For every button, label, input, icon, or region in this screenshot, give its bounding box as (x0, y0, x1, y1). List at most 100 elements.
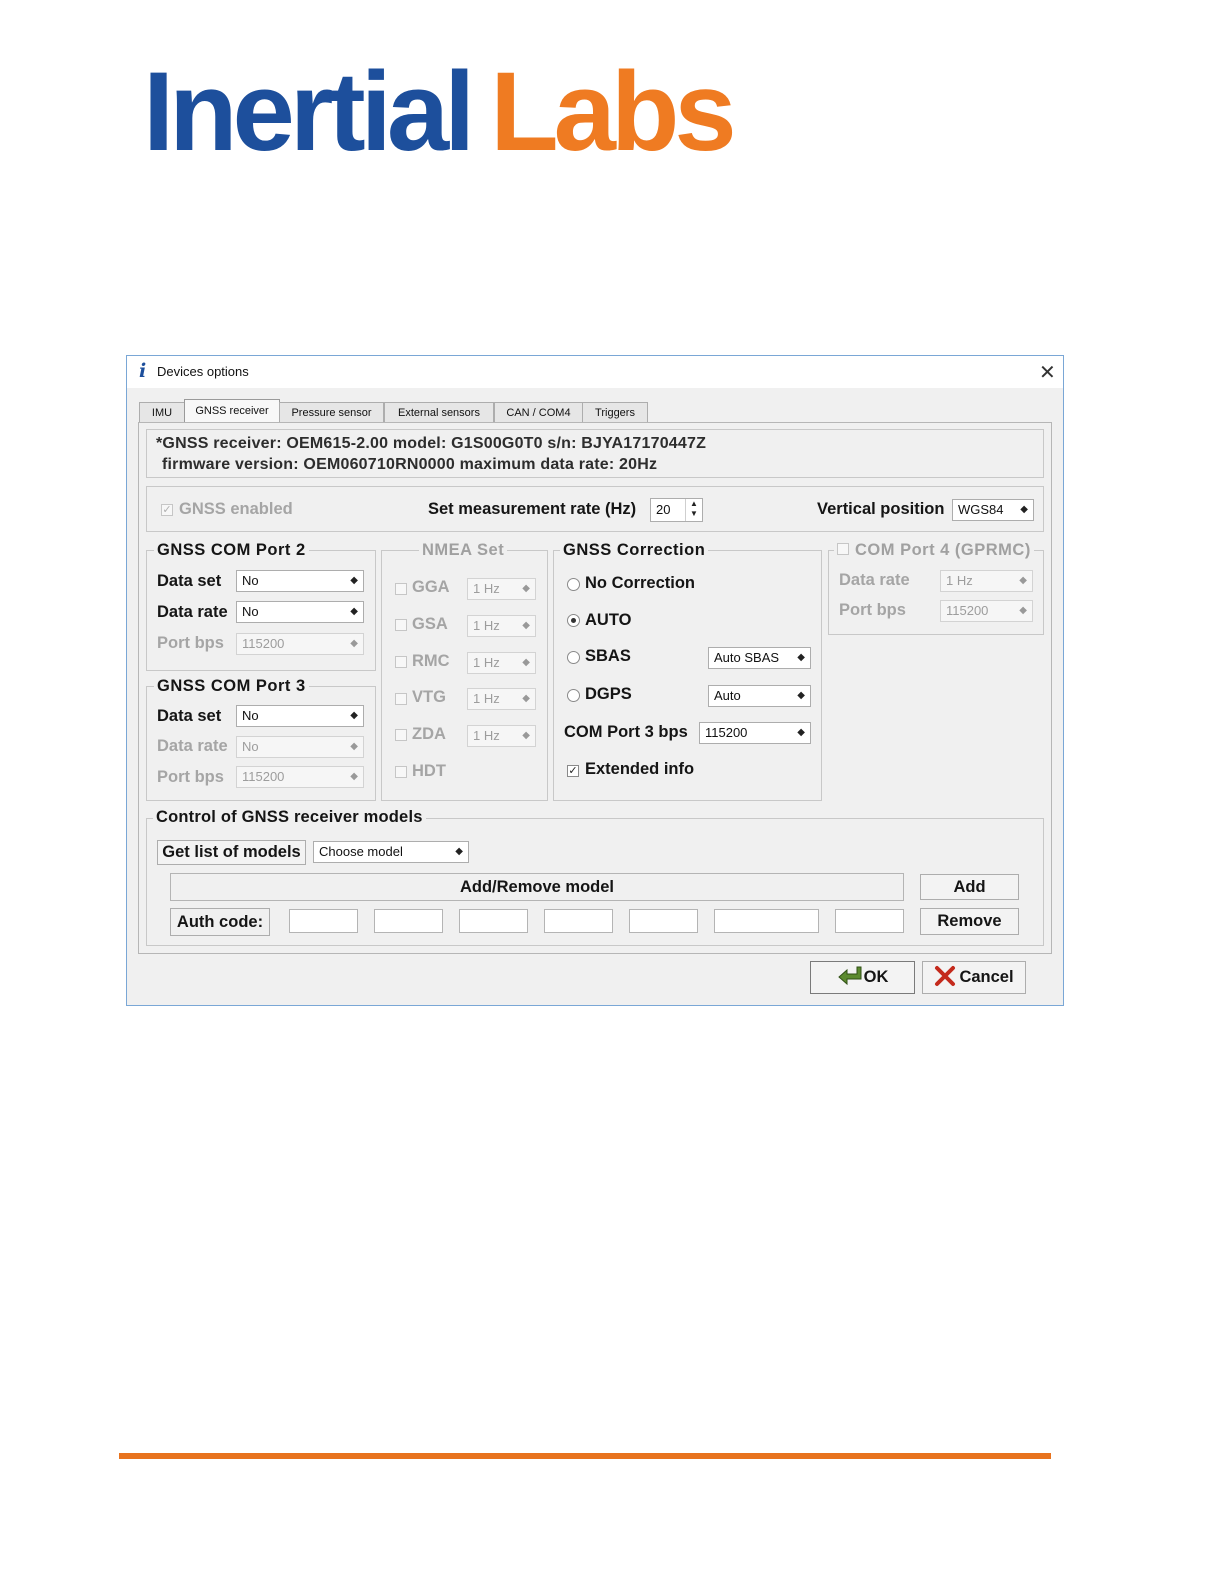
com-port4-port-bps-value: 115200 (946, 603, 989, 618)
dgps-select-value: Auto (714, 688, 741, 703)
dgps-select[interactable]: Auto ◆ (708, 685, 811, 707)
chevron-updown-icon: ◆ (797, 727, 805, 738)
chevron-updown-icon: ◆ (1019, 605, 1027, 616)
chevron-updown-icon: ◆ (797, 652, 805, 663)
com3-bps-select[interactable]: 115200 ◆ (699, 722, 811, 744)
chevron-updown-icon: ◆ (1019, 575, 1027, 586)
com-port3-port-bps-value: 115200 (242, 769, 285, 784)
nmea-zda-rate-select[interactable]: 1 Hz ◆ (467, 725, 536, 747)
nmea-gga-checkbox[interactable] (395, 583, 407, 595)
extended-info-checkbox[interactable]: ✓ (567, 765, 579, 777)
com-port3-data-set-select[interactable]: No ◆ (236, 705, 364, 727)
chevron-updown-icon: ◆ (1020, 504, 1028, 515)
com-port3-data-rate-label: Data rate (157, 737, 228, 755)
tab-imu[interactable]: IMU (139, 402, 185, 422)
com-port2-title: GNSS COM Port 2 (154, 541, 309, 560)
nmea-vtg-rate-select[interactable]: 1 Hz ◆ (467, 688, 536, 710)
tab-external-sensors[interactable]: External sensors (384, 402, 494, 422)
com-port4-port-bps-select[interactable]: 115200 ◆ (940, 600, 1033, 622)
com-port4-data-rate-value: 1 Hz (946, 573, 973, 588)
receiver-info-line1: *GNSS receiver: OEM615-2.00 model: G1S00… (156, 435, 707, 452)
com-port2-port-bps-select[interactable]: 115200 ◆ (236, 633, 364, 655)
com-port3-data-rate-select[interactable]: No ◆ (236, 736, 364, 758)
chevron-updown-icon: ◆ (797, 690, 805, 701)
auth-code-field-3[interactable] (459, 909, 528, 933)
tab-can-com4[interactable]: CAN / COM4 (494, 402, 583, 422)
com-port2-data-rate-select[interactable]: No ◆ (236, 601, 364, 623)
choose-model-value: Choose model (319, 844, 403, 859)
com3-bps-value: 115200 (705, 725, 748, 740)
com-port3-port-bps-label: Port bps (157, 768, 224, 786)
com-port3-data-set-value: No (242, 708, 259, 723)
auto-label: AUTO (585, 611, 632, 629)
nmea-gsa-checkbox[interactable] (395, 619, 407, 631)
nmea-zda-checkbox[interactable] (395, 729, 407, 741)
com-port2-data-set-select[interactable]: No ◆ (236, 570, 364, 592)
vertical-position-value: WGS84 (958, 502, 1004, 517)
auth-code-field-4[interactable] (544, 909, 613, 933)
extended-info-label: Extended info (585, 760, 695, 778)
close-icon[interactable]: ✕ (1039, 360, 1056, 385)
nmea-rmc-checkbox[interactable] (395, 656, 407, 668)
chevron-updown-icon: ◆ (350, 710, 358, 721)
com-port3-port-bps-select[interactable]: 115200 ◆ (236, 766, 364, 788)
sbas-label: SBAS (585, 647, 631, 665)
com-port4-data-rate-select[interactable]: 1 Hz ◆ (940, 570, 1033, 592)
auth-code-field-5[interactable] (629, 909, 698, 933)
nmea-gsa-label: GSA (412, 615, 448, 633)
auth-code-field-1[interactable] (289, 909, 358, 933)
sbas-select[interactable]: Auto SBAS ◆ (708, 647, 811, 669)
cancel-label: Cancel (959, 968, 1014, 986)
vertical-position-select[interactable]: WGS84 ◆ (952, 499, 1034, 521)
nmea-vtg-label: VTG (412, 688, 446, 706)
com-port4-title: COM Port 4 (GPRMC) (855, 541, 1031, 559)
tab-pressure-sensor[interactable]: Pressure sensor (279, 402, 384, 422)
measurement-rate-spinbox[interactable]: 20 ▲ ▼ (650, 498, 703, 522)
ok-button[interactable]: OK (810, 961, 915, 994)
nmea-vtg-rate-value: 1 Hz (473, 691, 500, 706)
auth-code-field-2[interactable] (374, 909, 443, 933)
com-port3-data-set-label: Data set (157, 707, 222, 725)
nmea-gga-rate-select[interactable]: 1 Hz ◆ (467, 578, 536, 600)
gnss-enabled-checkbox[interactable]: ✓ (161, 504, 173, 516)
devices-options-dialog: i Devices options ✕ IMU GNSS receiver Pr… (126, 355, 1064, 1006)
receiver-info-line2: firmware version: OEM060710RN0000 maximu… (162, 456, 658, 473)
choose-model-select[interactable]: Choose model ◆ (313, 841, 469, 863)
ok-label: OK (863, 968, 889, 986)
nmea-gsa-rate-value: 1 Hz (473, 618, 500, 633)
inertial-labs-logo: Inertial Labs (143, 49, 737, 174)
com-port4-group (828, 550, 1044, 635)
com-port3-data-rate-value: No (242, 739, 259, 754)
dgps-radio[interactable] (567, 689, 580, 702)
nmea-hdt-checkbox[interactable] (395, 766, 407, 778)
tab-gnss-receiver[interactable]: GNSS receiver (184, 399, 280, 423)
nmea-rmc-rate-select[interactable]: 1 Hz ◆ (467, 652, 536, 674)
chevron-updown-icon: ◆ (522, 730, 530, 741)
chevron-updown-icon: ◆ (522, 693, 530, 704)
dgps-label: DGPS (585, 685, 632, 703)
cancel-button[interactable]: Cancel (922, 961, 1026, 994)
com3-bps-label: COM Port 3 bps (564, 723, 688, 741)
get-list-of-models-button[interactable]: Get list of models (157, 840, 306, 865)
add-button[interactable]: Add (920, 874, 1019, 900)
no-correction-label: No Correction (585, 574, 696, 592)
nmea-hdt-label: HDT (412, 762, 446, 780)
auth-code-field-7[interactable] (835, 909, 904, 933)
no-correction-radio[interactable] (567, 578, 580, 591)
com-port2-port-bps-label: Port bps (157, 634, 224, 652)
radio-selected-dot (571, 618, 576, 623)
com-port4-checkbox[interactable] (837, 542, 849, 555)
logo-word-labs: Labs (490, 49, 736, 174)
chevron-updown-icon: ◆ (350, 638, 358, 649)
nmea-gsa-rate-select[interactable]: 1 Hz ◆ (467, 615, 536, 637)
remove-button[interactable]: Remove (920, 908, 1019, 935)
chevron-updown-icon: ◆ (522, 657, 530, 668)
nmea-vtg-checkbox[interactable] (395, 693, 407, 705)
sbas-radio[interactable] (567, 651, 580, 664)
auth-code-field-6[interactable] (714, 909, 819, 933)
add-remove-model-banner: Add/Remove model (170, 873, 904, 901)
tab-triggers[interactable]: Triggers (582, 402, 648, 422)
nmea-rmc-label: RMC (412, 652, 450, 670)
receiver-info-box: *GNSS receiver: OEM615-2.00 model: G1S00… (146, 429, 1044, 478)
auto-radio[interactable] (567, 614, 580, 627)
